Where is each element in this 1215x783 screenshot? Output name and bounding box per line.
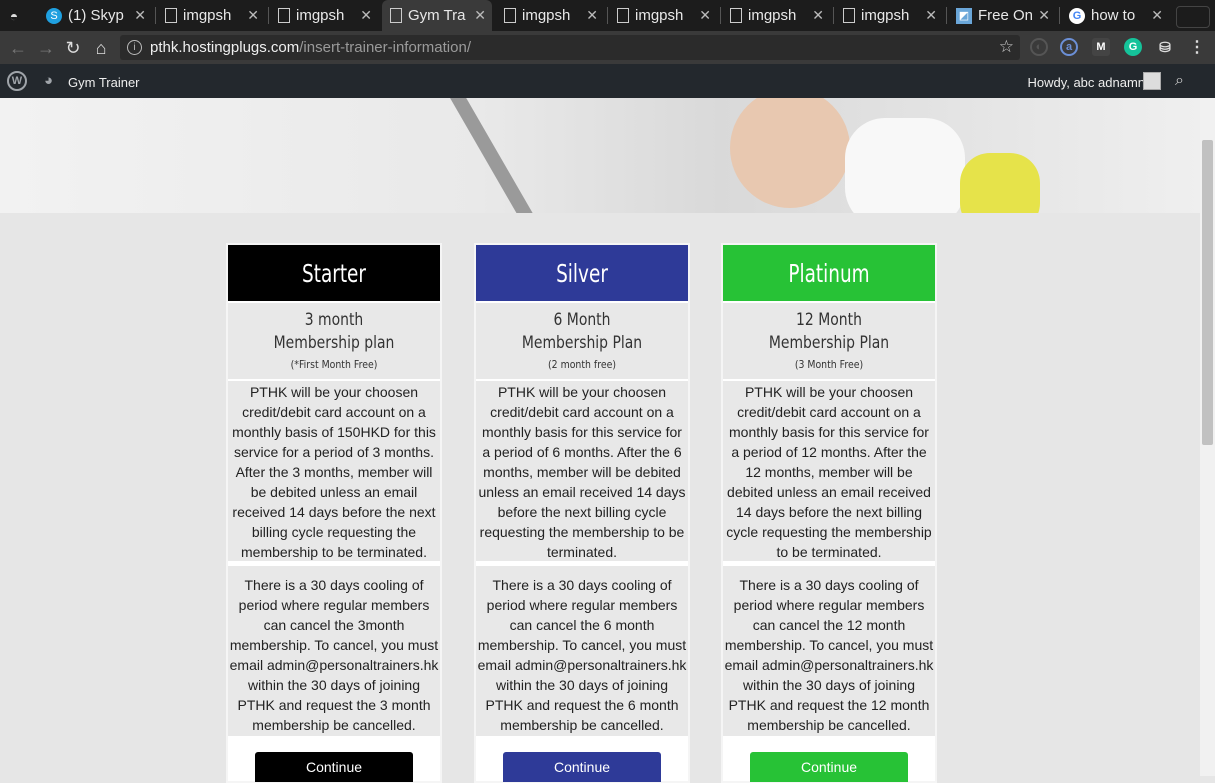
page-icon bbox=[730, 8, 742, 23]
reload-icon[interactable]: ↻ bbox=[62, 37, 84, 59]
hero-image bbox=[0, 98, 1200, 213]
browser-tab-strip: ◓ S (1) Skyp ✕ imgpsh ✕ imgpsh ✕ Gym Tra… bbox=[0, 0, 1215, 31]
url-host: pthk.hostingplugs.com bbox=[150, 39, 300, 56]
extension-icon[interactable]: ◐ bbox=[1030, 38, 1048, 56]
plan-billing-text: PTHK will be your choosen credit/debit c… bbox=[228, 381, 440, 561]
avatar[interactable] bbox=[1143, 72, 1161, 90]
plan-title: Platinum bbox=[788, 258, 870, 288]
skype-icon: S bbox=[46, 7, 62, 24]
browser-toolbar: ← → ↻ ⌂ i pthk.hostingplugs.com/insert-t… bbox=[0, 31, 1215, 64]
plan-card-platinum: Platinum 12 Month Membership Plan (3 Mon… bbox=[721, 243, 937, 783]
close-icon[interactable]: ✕ bbox=[1038, 7, 1050, 24]
extension-m-icon[interactable]: M bbox=[1092, 38, 1110, 56]
plan-title: Starter bbox=[302, 258, 366, 288]
howdy-user[interactable]: Howdy, abc adnamn bbox=[1027, 75, 1145, 90]
tab-gym-trainer[interactable]: Gym Tra ✕ bbox=[382, 0, 492, 31]
continue-button[interactable]: Continue bbox=[750, 752, 908, 782]
close-icon[interactable]: ✕ bbox=[360, 7, 372, 24]
close-icon[interactable]: ✕ bbox=[474, 7, 486, 24]
page-icon bbox=[504, 8, 516, 23]
close-icon[interactable]: ✕ bbox=[925, 7, 937, 24]
forward-icon[interactable]: → bbox=[35, 37, 57, 59]
close-icon[interactable]: ✕ bbox=[1151, 7, 1163, 24]
tab-imgpsh-4[interactable]: imgpsh ✕ bbox=[617, 0, 717, 31]
close-icon[interactable]: ✕ bbox=[247, 7, 259, 24]
bookmark-star-icon[interactable]: ☆ bbox=[999, 37, 1014, 57]
tab-imgpsh-1[interactable]: imgpsh ✕ bbox=[165, 0, 265, 31]
app-icon: ◩ bbox=[956, 7, 972, 24]
tab-free-online[interactable]: ◩ Free On ✕ bbox=[956, 0, 1056, 31]
search-icon[interactable]: ⌕ bbox=[1175, 72, 1184, 90]
menu-icon[interactable]: ⋮ bbox=[1188, 38, 1206, 56]
wordpress-icon[interactable]: W bbox=[7, 71, 27, 91]
google-icon: G bbox=[1069, 7, 1085, 24]
close-icon[interactable]: ✕ bbox=[699, 7, 711, 24]
plan-card-silver: Silver 6 Month Membership Plan (2 month … bbox=[474, 243, 690, 783]
wp-admin-bar: W ◕ Gym Trainer Howdy, abc adnamn ⌕ bbox=[0, 64, 1215, 98]
page-icon bbox=[165, 8, 177, 23]
grammarly-icon[interactable]: G bbox=[1124, 38, 1142, 56]
extension-a-icon[interactable]: a bbox=[1060, 38, 1078, 56]
close-icon[interactable]: ✕ bbox=[134, 7, 146, 24]
scrollbar-thumb[interactable] bbox=[1202, 140, 1213, 445]
plan-subtitle: 6 Month Membership Plan (2 month free) bbox=[476, 303, 688, 379]
page-icon bbox=[617, 8, 629, 23]
plan-billing-text: PTHK will be your choosen credit/debit c… bbox=[723, 381, 935, 561]
plan-subtitle: 3 month Membership plan (*First Month Fr… bbox=[228, 303, 440, 379]
info-icon[interactable]: i bbox=[127, 40, 142, 55]
new-tab-button[interactable] bbox=[1176, 6, 1210, 28]
close-icon[interactable]: ✕ bbox=[812, 7, 824, 24]
page-icon bbox=[390, 8, 402, 23]
bucket-icon[interactable]: ⛁ bbox=[1156, 38, 1174, 56]
plan-cancellation-text: There is a 30 days cooling of period whe… bbox=[228, 566, 440, 736]
home-icon[interactable]: ⌂ bbox=[90, 37, 112, 59]
scrollbar[interactable] bbox=[1200, 98, 1215, 776]
plan-billing-text: PTHK will be your choosen credit/debit c… bbox=[476, 381, 688, 561]
page-icon bbox=[278, 8, 290, 23]
tab-skype[interactable]: S (1) Skyp ✕ bbox=[46, 0, 152, 31]
tab-imgpsh-5[interactable]: imgpsh ✕ bbox=[730, 0, 830, 31]
tab-imgpsh-2[interactable]: imgpsh ✕ bbox=[278, 0, 378, 31]
tab-imgpsh-6[interactable]: imgpsh ✕ bbox=[843, 0, 943, 31]
tab-imgpsh-3[interactable]: imgpsh ✕ bbox=[504, 0, 604, 31]
incognito-icon: ◓ bbox=[9, 7, 19, 24]
plan-card-starter: Starter 3 month Membership plan (*First … bbox=[226, 243, 442, 783]
continue-button[interactable]: Continue bbox=[255, 752, 413, 782]
page-icon bbox=[843, 8, 855, 23]
plan-title: Silver bbox=[556, 258, 608, 288]
back-icon[interactable]: ← bbox=[7, 37, 29, 59]
plan-cancellation-text: There is a 30 days cooling of period whe… bbox=[723, 566, 935, 736]
dashboard-icon[interactable]: ◕ bbox=[44, 73, 61, 88]
site-name-link[interactable]: Gym Trainer bbox=[68, 75, 140, 90]
url-path: /insert-trainer-information/ bbox=[299, 39, 471, 56]
continue-button[interactable]: Continue bbox=[503, 752, 661, 782]
plan-cancellation-text: There is a 30 days cooling of period whe… bbox=[476, 566, 688, 736]
close-icon[interactable]: ✕ bbox=[586, 7, 598, 24]
plan-subtitle: 12 Month Membership Plan (3 Month Free) bbox=[723, 303, 935, 379]
tab-how-to[interactable]: G how to ✕ bbox=[1069, 0, 1169, 31]
address-bar[interactable]: i pthk.hostingplugs.com/insert-trainer-i… bbox=[120, 35, 1020, 60]
